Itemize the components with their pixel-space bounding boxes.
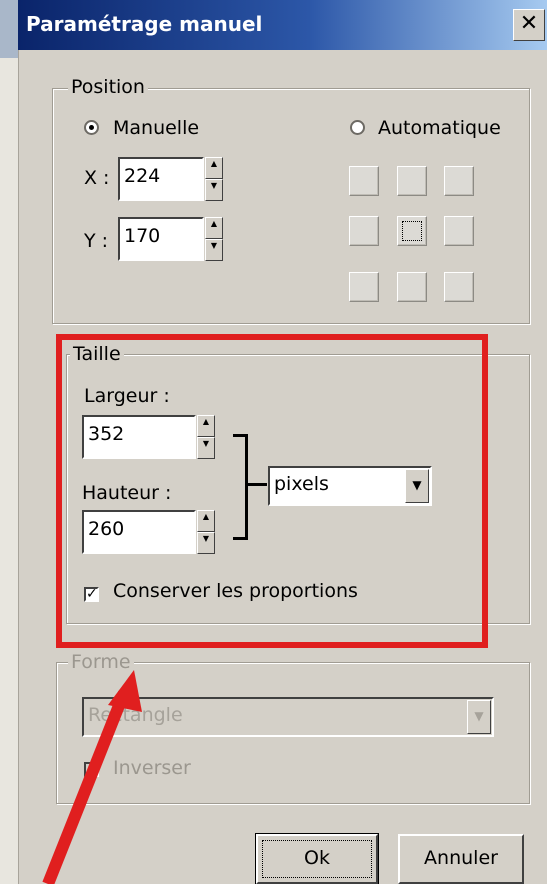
annotation-arrow-icon xyxy=(42,670,142,884)
